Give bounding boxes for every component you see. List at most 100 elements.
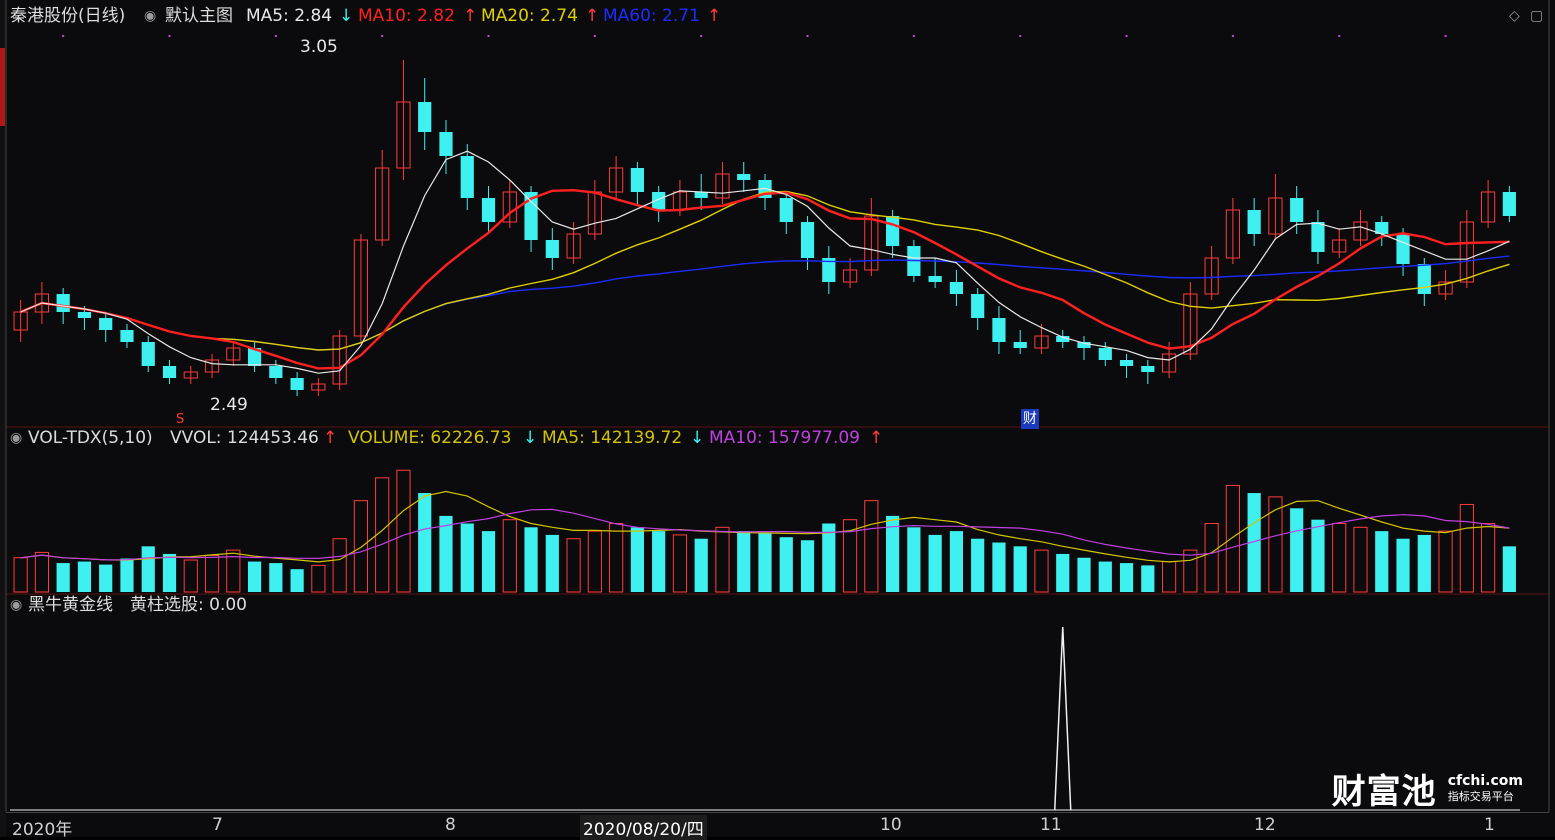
s-marker: S <box>176 412 185 427</box>
top-marker <box>381 35 384 37</box>
vol-ma10-label: MA10: 157977.09 <box>709 428 860 448</box>
volume-label: VOLUME: 62226.73 <box>348 428 512 448</box>
volume-bar-up <box>375 477 390 593</box>
vvol-label: VVOL: 124453.46 <box>170 428 319 448</box>
volume-bar-down <box>141 546 155 592</box>
ma60-line <box>20 255 1510 351</box>
volume-bar-up <box>1183 549 1198 593</box>
candle-body-down <box>800 222 815 258</box>
top-marker <box>1125 35 1128 37</box>
indicator-spike-line <box>1053 626 1072 811</box>
volume-bar-up <box>502 519 517 593</box>
low-price-label: 2.49 <box>210 395 248 415</box>
candle-body-down <box>269 366 283 378</box>
volume-bar-down <box>1375 531 1389 592</box>
volume-bar-up <box>1438 530 1453 593</box>
volume-bar-down <box>1417 534 1431 592</box>
ma10-line <box>20 188 1510 370</box>
volume-bar-down <box>630 527 644 592</box>
candlestick-chart[interactable] <box>0 0 1555 837</box>
x-tick-label: 11 <box>1040 815 1062 835</box>
ma5-down-arrow: ↓ <box>339 6 354 26</box>
volume-bar-down <box>290 569 304 592</box>
vvol-up-arrow: ↑ <box>323 428 338 448</box>
candle-body-down <box>141 342 155 366</box>
candle-body-down <box>1311 222 1325 252</box>
volume-bar-up <box>864 500 879 593</box>
ma20-label: MA20: 2.74 <box>481 6 578 26</box>
diamond-icon[interactable]: ◇ <box>1509 8 1520 24</box>
maximize-icon[interactable]: ▢ <box>1530 8 1543 24</box>
volume-bar-down <box>992 542 1006 592</box>
ma5-label: MA5: 2.84 <box>246 6 333 26</box>
volume-bar-up <box>672 534 688 593</box>
ma20-line <box>20 190 1510 351</box>
volume-bar-down <box>418 493 432 592</box>
volume-bar-up <box>1204 523 1219 593</box>
volume-bar-down <box>524 527 538 592</box>
top-marker <box>168 35 171 37</box>
volume-bar-down <box>694 538 708 592</box>
indicator-name: 黑牛黄金线 <box>28 595 113 615</box>
candle-body-down <box>1119 360 1134 366</box>
template-label[interactable]: 默认主图 <box>165 6 233 26</box>
candle-body-down <box>439 132 453 156</box>
volume-bar-up <box>715 526 730 593</box>
volume-bar-down <box>737 531 751 592</box>
volume-bar-down <box>545 534 559 592</box>
candle-body-down <box>56 294 70 312</box>
brand-watermark: 财富池 cfchi.com 指标交易平台 <box>1332 764 1523 813</box>
volume-bar-up <box>34 551 49 593</box>
x-axis <box>6 812 1549 838</box>
template-dropdown-icon[interactable]: ◉ <box>144 8 156 24</box>
candle-body-down <box>886 216 900 246</box>
volume-bar-up <box>13 557 28 593</box>
volume-bar-down <box>822 523 836 592</box>
x-tick-label: 2020年 <box>12 820 73 840</box>
vol-ma10-up-arrow: ↑ <box>869 428 884 448</box>
volume-bar-down <box>269 563 283 592</box>
volume-bar-down <box>1098 561 1112 592</box>
candle-body-down <box>99 318 113 330</box>
volume-bar-down <box>247 561 262 592</box>
ma10-up-arrow: ↑ <box>463 6 478 26</box>
volume-bar-up <box>183 559 198 593</box>
candle-body-down <box>418 102 432 132</box>
candle-body-down <box>1502 192 1516 216</box>
volume-bar-down <box>949 531 964 592</box>
volume-bar-down <box>1290 508 1304 592</box>
volume-bar-up <box>396 469 411 593</box>
cursor-date-label: 2020/08/20/四 <box>580 815 707 840</box>
top-marker <box>274 35 277 37</box>
volume-bar-down <box>1077 557 1091 592</box>
ma60-up-arrow: ↑ <box>707 6 722 26</box>
volume-bar-down <box>779 537 793 592</box>
vol-ma5-down-arrow: ↓ <box>690 428 705 448</box>
volume-bar-up <box>587 530 602 593</box>
brand-name: 财富池 <box>1331 772 1437 812</box>
top-marker <box>1231 35 1234 37</box>
candle-body-down <box>290 378 304 390</box>
candle-body-down <box>120 330 134 342</box>
volume-bar-down <box>1396 538 1410 592</box>
candle-body-down <box>737 174 751 180</box>
vol-ma5-label: MA5: 142139.72 <box>542 428 683 448</box>
event-marker[interactable]: 财 <box>1021 409 1039 429</box>
chart-window: 秦港股份(日线) ◉ 默认主图 MA5: 2.84 ↓ MA10: 2.82 ↑… <box>0 0 1555 840</box>
vol-collapse-icon[interactable]: ◉ <box>10 430 22 446</box>
volume-bar-up <box>1353 526 1368 593</box>
volume-bar-up <box>1225 484 1240 593</box>
x-tick-label: 7 <box>212 815 223 835</box>
top-marker <box>806 35 809 37</box>
top-marker <box>487 35 490 37</box>
volume-bar-up <box>204 554 220 593</box>
top-marker <box>700 35 703 37</box>
volume-bar-up <box>1459 503 1474 593</box>
indicator-collapse-icon[interactable]: ◉ <box>10 597 22 613</box>
volume-bar-up <box>311 564 326 593</box>
volume-bar-down <box>77 561 92 592</box>
candle-body-down <box>971 294 985 318</box>
indicator-value: 黄柱选股: 0.00 <box>130 595 247 615</box>
candle-body-down <box>992 318 1006 342</box>
candle-body-down <box>1098 348 1112 360</box>
